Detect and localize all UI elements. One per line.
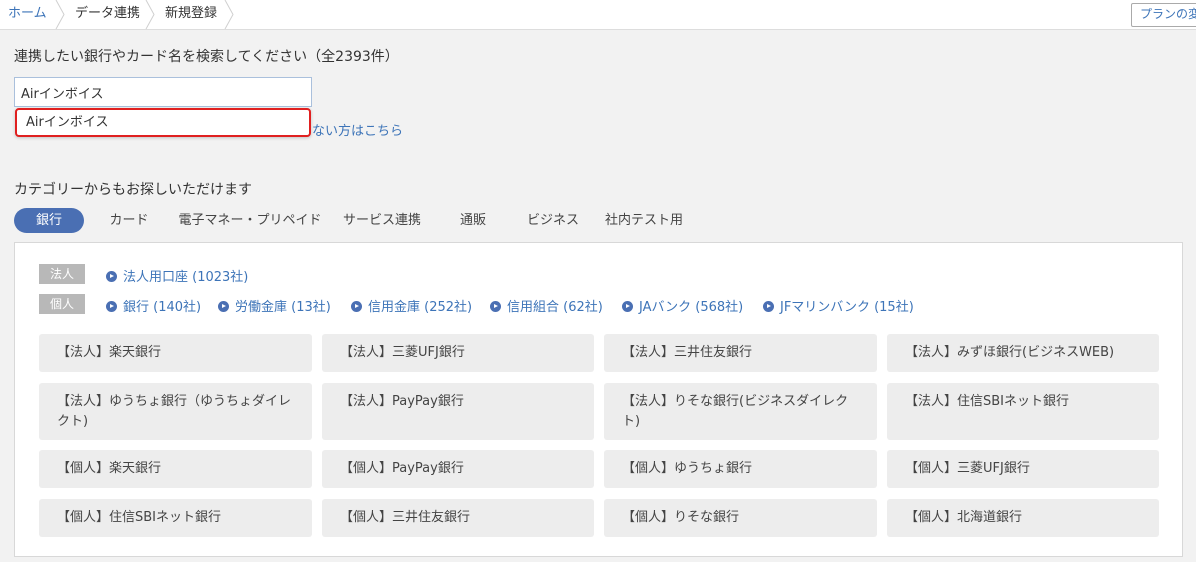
tab-service[interactable]: サービス連携 [338,208,426,233]
search-input[interactable] [14,77,312,107]
bank-item[interactable]: 【個人】北海道銀行 [887,499,1159,537]
tab-bank[interactable]: 銀行 [14,208,84,233]
link-label: 信用組合 (62社) [507,300,603,315]
tab-e-money[interactable]: 電子マネー・プリペイド [176,208,324,233]
link-label: 法人用口座 (1023社) [123,270,249,285]
bank-panel: 法人 法人用口座 (1023社) 個人 銀行 (140社) 労働金庫 (13社)… [14,242,1183,557]
bank-item[interactable]: 【法人】みずほ銀行(ビジネスWEB) [887,334,1159,372]
tab-online-shop[interactable]: 通販 [446,208,500,233]
play-circle-icon [490,301,501,312]
chevron-right-icon [55,0,65,29]
play-circle-icon [351,301,362,312]
play-circle-icon [106,271,117,282]
link-jf-marine-bank[interactable]: JFマリンバンク (15社) [763,296,914,315]
bank-item[interactable]: 【法人】三井住友銀行 [604,334,877,372]
bank-item[interactable]: 【法人】住信SBIネット銀行 [887,383,1159,440]
bank-item[interactable]: 【法人】りそな銀行(ビジネスダイレクト) [604,383,877,440]
play-circle-icon [218,301,229,312]
play-circle-icon [763,301,774,312]
search-suggestion-item[interactable]: Airインボイス [15,108,311,137]
link-labor-bank[interactable]: 労働金庫 (13社) [218,296,331,315]
link-label: 銀行 (140社) [123,300,202,315]
personal-tag: 個人 [39,294,85,314]
bank-item[interactable]: 【個人】三菱UFJ銀行 [887,450,1159,488]
tab-card[interactable]: カード [100,208,158,233]
bank-item[interactable]: 【法人】楽天銀行 [39,334,312,372]
bank-item[interactable]: 【個人】楽天銀行 [39,450,312,488]
breadcrumb-home-link[interactable]: ホーム [8,0,47,29]
link-corp-account[interactable]: 法人用口座 (1023社) [106,266,248,285]
bank-item[interactable]: 【個人】りそな銀行 [604,499,877,537]
chevron-right-icon [224,0,234,29]
bank-item[interactable]: 【法人】PayPay銀行 [322,383,594,440]
category-label: カテゴリーからもお探しいただけます [14,182,252,198]
bank-item[interactable]: 【個人】住信SBIネット銀行 [39,499,312,537]
corp-tag: 法人 [39,264,85,284]
bank-item[interactable]: 【個人】PayPay銀行 [322,450,594,488]
plan-change-button[interactable]: プランの変 [1131,3,1196,27]
bank-item[interactable]: 【個人】三井住友銀行 [322,499,594,537]
bank-item[interactable]: 【法人】ゆうちょ銀行（ゆうちょダイレクト) [39,383,312,440]
link-ja-bank[interactable]: JAバンク (568社) [622,296,743,315]
link-label: 信用金庫 (252社) [368,300,473,315]
not-found-link[interactable]: ない方はこちら [312,120,403,139]
bank-item[interactable]: 【個人】ゆうちょ銀行 [604,450,877,488]
bank-item[interactable]: 【法人】三菱UFJ銀行 [322,334,594,372]
play-circle-icon [622,301,633,312]
link-shinkin[interactable]: 信用金庫 (252社) [351,296,472,315]
link-personal-bank[interactable]: 銀行 (140社) [106,296,201,315]
breadcrumb: ホーム データ連携 新規登録 プランの変 [0,0,1196,30]
play-circle-icon [106,301,117,312]
link-label: JFマリンバンク (15社) [780,300,914,315]
link-label: JAバンク (568社) [639,300,744,315]
tab-business[interactable]: ビジネス [518,208,588,233]
breadcrumb-current: 新規登録 [165,6,218,21]
tab-internal-test[interactable]: 社内テスト用 [600,208,688,233]
link-label: 労働金庫 (13社) [235,300,331,315]
search-label: 連携したい銀行やカード名を検索してください（全2393件） [14,49,399,65]
chevron-right-icon [145,0,155,29]
link-credit-union[interactable]: 信用組合 (62社) [490,296,603,315]
breadcrumb-data-link[interactable]: データ連携 [75,0,140,29]
